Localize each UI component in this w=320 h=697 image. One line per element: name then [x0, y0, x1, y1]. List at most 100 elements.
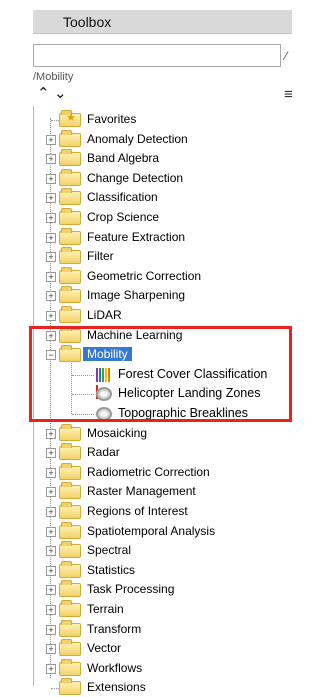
tree-item-spatiotemporal-analysis[interactable]: + Spatiotemporal Analysis — [34, 521, 293, 541]
folder-icon — [59, 208, 81, 225]
tree-item-label: Radiometric Correction — [87, 464, 210, 479]
tree-item-extensions[interactable]: Extensions — [34, 678, 293, 697]
favorites-folder-icon — [59, 110, 81, 127]
tree-connector-line — [51, 120, 59, 121]
tree-item-lidar[interactable]: + LiDAR — [34, 306, 293, 325]
expand-icon[interactable]: + — [46, 644, 56, 655]
folder-icon — [59, 227, 81, 245]
expand-icon[interactable]: + — [46, 213, 56, 223]
tree-item-image-sharpening[interactable]: + Image Sharpening — [34, 286, 293, 305]
tree-item-radar[interactable]: + Radar — [34, 443, 293, 462]
tree-item-label: Filter — [87, 249, 114, 264]
tree-item-label: Terrain — [87, 602, 124, 616]
expand-icon[interactable]: + — [46, 585, 56, 596]
toolbox-title: Toolbox — [63, 14, 112, 30]
expand-icon[interactable]: + — [46, 271, 56, 282]
tree-item-label: Mosaicking — [87, 425, 148, 440]
search-input[interactable] — [33, 44, 281, 67]
tree-item-label: Crop Science — [87, 210, 160, 224]
tree-item-transform[interactable]: + Transform — [34, 619, 293, 639]
expand-icon[interactable]: + — [46, 663, 56, 674]
tree-item-classification[interactable]: + Classification — [34, 188, 293, 207]
expand-icon[interactable]: + — [46, 154, 56, 165]
folder-icon — [59, 129, 81, 147]
folder-icon — [59, 678, 81, 696]
expand-icon[interactable]: + — [46, 252, 56, 263]
expand-icon[interactable]: + — [46, 565, 56, 576]
tree-item-label: LiDAR — [87, 308, 122, 322]
tree-item-change-detection[interactable]: + Change Detection — [34, 168, 293, 188]
tree-item-label: Statistics — [87, 562, 136, 577]
expand-icon[interactable]: + — [46, 134, 56, 145]
expand-icon[interactable]: + — [46, 232, 56, 243]
expand-icon[interactable]: + — [46, 311, 56, 321]
tree-item-label: Feature Extraction — [87, 229, 186, 244]
folder-icon — [59, 286, 81, 304]
tree-item-anomaly-detection[interactable]: + Anomaly Detection — [34, 129, 293, 149]
tree-item-band-algebra[interactable]: + Band Algebra — [34, 149, 293, 168]
folder-icon — [59, 658, 81, 676]
tree-item-filter[interactable]: + Filter — [34, 247, 293, 266]
folder-icon — [59, 521, 81, 539]
folder-icon — [59, 482, 81, 500]
tree-item-regions-of-interest[interactable]: + Regions of Interest — [34, 502, 293, 521]
expand-icon[interactable]: + — [46, 546, 56, 557]
tree-item-terrain[interactable]: + Terrain — [34, 600, 293, 619]
folder-icon — [59, 502, 81, 519]
chevron-down-icon[interactable]: ⌄ — [54, 84, 67, 102]
folder-icon — [59, 600, 81, 617]
tree-item-label: Anomaly Detection — [87, 131, 188, 146]
current-path: /Mobility — [33, 71, 74, 83]
folder-icon — [59, 541, 81, 559]
expand-icon[interactable]: + — [46, 526, 56, 537]
tree-item-workflows[interactable]: + Workflows — [34, 658, 293, 678]
tree-item-feature-extraction[interactable]: + Feature Extraction — [34, 227, 293, 247]
tree-item-label: Classification — [87, 190, 158, 205]
expand-icon[interactable]: + — [46, 605, 56, 615]
tree-item-label: Spatiotemporal Analysis — [87, 523, 216, 538]
tree-item-label: Radar — [87, 445, 120, 460]
tree-item-label: Geometric Correction — [87, 268, 202, 283]
tree-item-label: Favorites — [87, 112, 137, 126]
tree-connector-line — [51, 688, 59, 690]
expand-icon[interactable]: + — [46, 428, 56, 439]
search-options-icon[interactable]: ⁄ — [285, 49, 287, 63]
folder-icon — [59, 168, 81, 186]
tree-item-statistics[interactable]: + Statistics — [34, 560, 293, 580]
tree-item-crop-science[interactable]: + Crop Science — [34, 208, 293, 227]
menu-lines-icon[interactable]: ≡ — [284, 86, 293, 103]
expand-icon[interactable]: + — [46, 487, 56, 498]
expand-icon[interactable]: + — [46, 467, 56, 478]
expand-icon[interactable]: + — [46, 291, 56, 302]
tree-item-raster-management[interactable]: + Raster Management — [34, 482, 293, 501]
tree-item-label: Extensions — [87, 680, 146, 695]
tree-item-label: Vector — [87, 641, 122, 656]
expand-icon[interactable]: + — [46, 507, 56, 517]
tree-item-label: Transform — [87, 621, 142, 636]
tree-item-favorites[interactable]: Favorites — [34, 110, 293, 129]
expand-icon[interactable]: + — [46, 173, 56, 184]
expand-icon[interactable]: + — [46, 448, 56, 459]
tree-item-label: Raster Management — [87, 484, 196, 499]
tree-item-geometric-correction[interactable]: + Geometric Correction — [34, 266, 293, 286]
tree-item-label: Workflows — [87, 660, 143, 675]
tree-item-label: Task Processing — [87, 582, 175, 597]
tree-item-radiometric-correction[interactable]: + Radiometric Correction — [34, 462, 293, 482]
folder-icon — [59, 639, 81, 657]
tree-item-vector[interactable]: + Vector — [34, 639, 293, 658]
chevron-up-icon[interactable]: ⌃ — [37, 84, 50, 102]
folder-icon — [59, 266, 81, 284]
toolbox-panel: Toolbox ⁄ /Mobility ⌃ ⌄ ≡ Favorites + Anom… — [0, 0, 293, 696]
folder-icon — [59, 462, 81, 480]
folder-icon — [59, 619, 81, 637]
highlight-box — [29, 326, 292, 422]
tree-item-mosaicking[interactable]: + Mosaicking — [34, 423, 293, 443]
toolbox-titlebar: Toolbox — [33, 10, 292, 34]
tree-item-task-processing[interactable]: + Task Processing — [34, 580, 293, 599]
tree-item-label: Band Algebra — [87, 151, 160, 166]
folder-icon — [59, 443, 81, 461]
expand-icon[interactable]: + — [46, 193, 56, 204]
expand-icon[interactable]: + — [46, 624, 56, 635]
tree-item-label: Image Sharpening — [87, 288, 186, 303]
tree-item-spectral[interactable]: + Spectral — [34, 541, 293, 560]
